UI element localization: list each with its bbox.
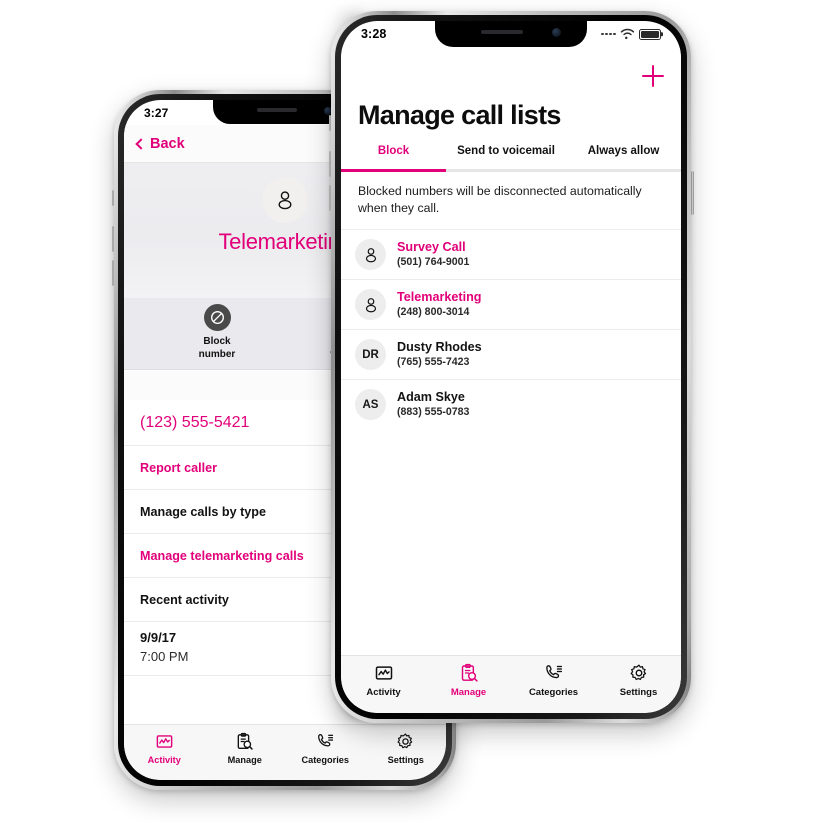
tab-settings-label: Settings xyxy=(387,755,424,765)
avatar: AS xyxy=(355,389,386,420)
back-phone-silent-switch[interactable] xyxy=(111,190,114,206)
tab-manage-label: Manage xyxy=(450,687,487,698)
block-number-label-line2: number xyxy=(198,348,236,360)
person-icon xyxy=(365,297,376,312)
call-list-tabs: Block Send to voicemail Always allow xyxy=(341,143,681,177)
tab-categories-label: Categories xyxy=(301,755,350,765)
front-phone-screen: 3:28 Manage call lists Block Send to voi… xyxy=(341,21,681,713)
earpiece-speaker xyxy=(481,30,523,34)
contact-phone: (765) 555-7423 xyxy=(397,356,470,368)
tab-categories-label: Categories xyxy=(528,687,579,698)
gear-icon xyxy=(630,664,646,681)
front-phone-inner-frame: 3:28 Manage call lists Block Send to voi… xyxy=(341,21,681,713)
status-time: 3:27 xyxy=(144,105,169,120)
blocked-numbers-list: Survey Call (501) 764-9001 Telemarketing… xyxy=(341,229,681,429)
tab-categories[interactable]: Categories xyxy=(511,663,596,698)
front-camera-icon xyxy=(552,28,561,37)
status-indicators xyxy=(601,28,661,40)
gear-icon xyxy=(397,733,413,749)
list-item[interactable]: AS Adam Skye (883) 555-0783 xyxy=(341,379,681,429)
blocked-hint-text: Blocked numbers will be disconnected aut… xyxy=(358,184,642,215)
tab-settings[interactable]: Settings xyxy=(596,663,681,698)
status-time: 3:28 xyxy=(361,27,387,41)
signal-dots-icon xyxy=(601,32,616,36)
avatar xyxy=(355,239,386,270)
contact-name: Adam Skye xyxy=(397,390,465,404)
tab-send-to-voicemail[interactable]: Send to voicemail xyxy=(446,143,566,157)
list-item[interactable]: DR Dusty Rhodes (765) 555-7423 xyxy=(341,329,681,379)
front-phone-notch xyxy=(435,21,587,47)
add-number-button[interactable] xyxy=(642,65,664,87)
contact-name: Survey Call xyxy=(397,240,466,254)
earpiece-speaker xyxy=(257,108,297,112)
wifi-icon xyxy=(620,28,635,40)
activity-chart-icon xyxy=(375,666,392,680)
tab-underline-track xyxy=(341,169,681,172)
screenshot-stage: 3:27 Back Telemarketing Block number (12… xyxy=(0,0,822,822)
front-phone-device: 3:28 Manage call lists Block Send to voi… xyxy=(328,11,694,723)
back-button[interactable]: Back xyxy=(135,135,185,152)
page-title: Manage call lists xyxy=(358,100,561,130)
tab-always-allow[interactable]: Always allow xyxy=(566,143,681,157)
clipboard-search-icon xyxy=(237,732,253,750)
battery-icon xyxy=(639,28,661,40)
contact-avatar xyxy=(262,177,308,223)
avatar xyxy=(355,289,386,320)
person-icon xyxy=(278,191,292,210)
block-number-action[interactable]: Block number xyxy=(180,304,254,361)
list-item[interactable]: Survey Call (501) 764-9001 xyxy=(341,229,681,279)
tab-activity-label: Activity xyxy=(147,755,181,765)
front-phone-silent-switch[interactable] xyxy=(328,115,331,131)
contact-name: Dusty Rhodes xyxy=(397,340,482,354)
tab-activity[interactable]: Activity xyxy=(124,732,205,765)
contact-name: Telemarketing xyxy=(397,290,482,304)
clipboard-search-icon xyxy=(461,663,478,682)
back-button-label: Back xyxy=(150,135,185,152)
contact-phone: (501) 764-9001 xyxy=(397,256,470,268)
list-item-meta: Survey Call (501) 764-9001 xyxy=(397,240,469,269)
tab-manage[interactable]: Manage xyxy=(426,663,511,698)
tab-activity-label: Activity xyxy=(366,687,401,698)
tab-manage-label: Manage xyxy=(227,755,262,765)
tab-manage[interactable]: Manage xyxy=(205,732,286,765)
tab-settings-label: Settings xyxy=(619,687,658,698)
phone-list-icon xyxy=(317,734,333,747)
block-number-label-line1: Block xyxy=(203,336,231,347)
avatar: DR xyxy=(355,339,386,370)
list-item-meta: Telemarketing (248) 800-3014 xyxy=(397,290,481,319)
phone-list-icon xyxy=(545,665,562,679)
back-phone-tab-bar: Activity Manage Categories Settings xyxy=(124,724,446,780)
contact-phone: (248) 800-3014 xyxy=(397,306,470,318)
front-phone-content: Manage call lists Block Send to voicemai… xyxy=(341,47,681,655)
contact-phone: (883) 555-0783 xyxy=(397,406,470,418)
front-phone-volume-up[interactable] xyxy=(328,151,331,177)
tab-underline-active xyxy=(341,169,446,172)
chevron-left-icon xyxy=(135,137,147,150)
list-item[interactable]: Telemarketing (248) 800-3014 xyxy=(341,279,681,329)
person-icon xyxy=(365,247,376,262)
front-phone-power-button[interactable] xyxy=(691,171,694,215)
block-circle-icon xyxy=(203,304,231,331)
back-phone-volume-down[interactable] xyxy=(111,260,114,286)
list-item-meta: Adam Skye (883) 555-0783 xyxy=(397,390,469,419)
front-phone-volume-down[interactable] xyxy=(328,185,331,211)
back-phone-volume-up[interactable] xyxy=(111,226,114,252)
tab-block[interactable]: Block xyxy=(341,143,446,157)
tab-categories[interactable]: Categories xyxy=(285,732,366,765)
list-item-meta: Dusty Rhodes (765) 555-7423 xyxy=(397,340,482,369)
tab-settings[interactable]: Settings xyxy=(366,732,447,765)
activity-chart-icon xyxy=(156,735,173,748)
tab-activity[interactable]: Activity xyxy=(341,663,426,698)
front-phone-tab-bar: Activity Manage Categories Settings xyxy=(341,655,681,713)
